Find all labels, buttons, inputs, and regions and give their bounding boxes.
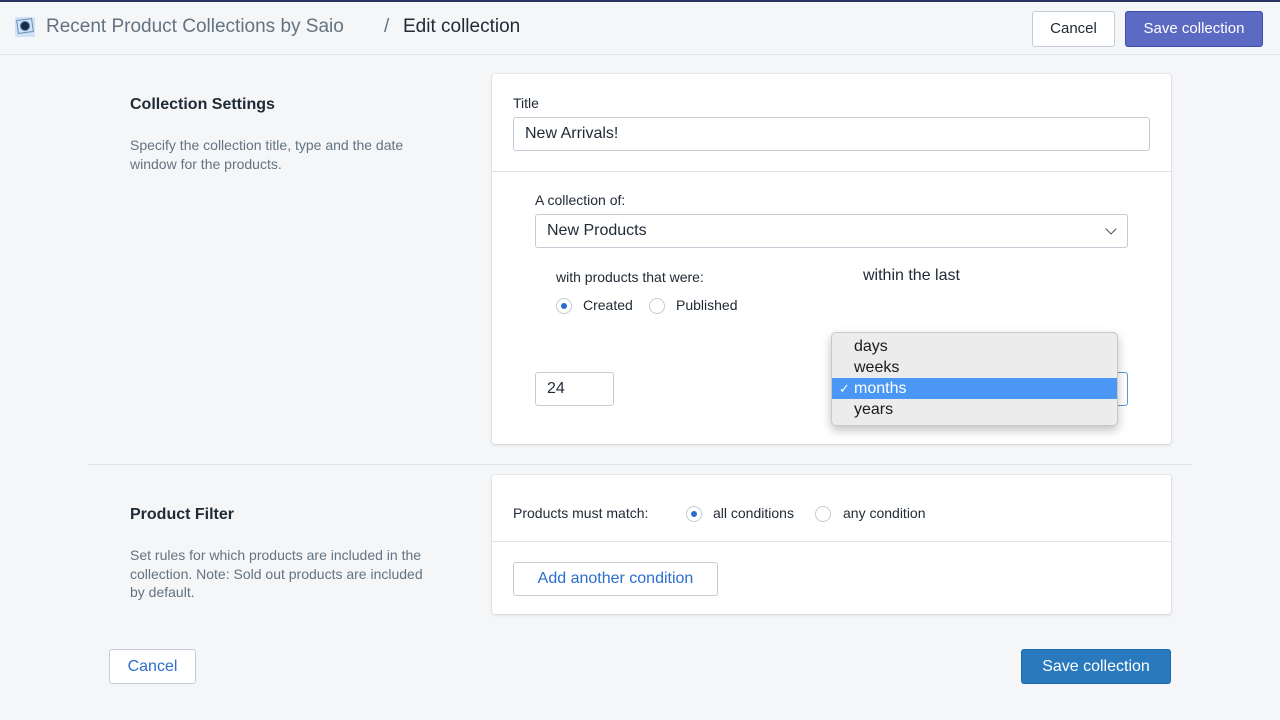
- page-header: Recent Product Collections by Saio / Edi…: [0, 2, 1280, 55]
- within-the-last-label: within the last: [863, 267, 960, 284]
- chevron-down-icon: [1105, 223, 1117, 235]
- any-condition-radio[interactable]: [815, 506, 831, 522]
- page-title: Edit collection: [403, 16, 521, 37]
- header-cancel-button[interactable]: Cancel: [1032, 11, 1115, 47]
- all-conditions-label[interactable]: all conditions: [713, 505, 794, 521]
- product-filter-description: Set rules for which products are include…: [130, 547, 423, 600]
- collection-type-select[interactable]: New Products: [535, 214, 1128, 248]
- products-that-were-label: with products that were:: [556, 269, 704, 285]
- footer-cancel-button[interactable]: Cancel: [109, 649, 196, 684]
- published-radio-label[interactable]: Published: [676, 297, 738, 313]
- card-divider: [492, 541, 1171, 542]
- header-save-button[interactable]: Save collection: [1125, 11, 1263, 47]
- card-divider: [492, 171, 1171, 172]
- breadcrumb-separator: /: [384, 16, 390, 37]
- created-radio-label[interactable]: Created: [583, 297, 633, 313]
- collection-type-value: New Products: [547, 222, 647, 239]
- period-unit-option-months[interactable]: ✓ months: [832, 378, 1117, 399]
- checkmark-icon: ✓: [839, 381, 850, 396]
- app-logo-icon: [15, 17, 35, 37]
- published-radio[interactable]: [649, 298, 665, 314]
- title-field-label: Title: [513, 95, 539, 111]
- period-unit-option-days[interactable]: days: [832, 336, 1117, 357]
- breadcrumb-app-name[interactable]: Recent Product Collections by Saio: [46, 16, 344, 38]
- collection-of-label: A collection of:: [535, 192, 626, 208]
- add-condition-button[interactable]: Add another condition: [513, 562, 718, 596]
- all-conditions-radio[interactable]: [686, 506, 702, 522]
- period-unit-option-weeks[interactable]: weeks: [832, 357, 1117, 378]
- product-filter-title: Product Filter: [130, 506, 235, 523]
- collection-settings-title: Collection Settings: [130, 96, 275, 113]
- collection-settings-description: Specify the collection title, type and t…: [130, 137, 404, 172]
- period-number-input[interactable]: 24: [535, 372, 614, 406]
- title-input[interactable]: New Arrivals!: [513, 117, 1150, 151]
- period-unit-option-years[interactable]: years: [832, 399, 1117, 420]
- match-label: Products must match:: [513, 505, 649, 521]
- section-divider: [88, 464, 1192, 465]
- created-radio[interactable]: [556, 298, 572, 314]
- any-condition-label[interactable]: any condition: [843, 505, 926, 521]
- period-unit-dropdown-menu: days weeks ✓ months years: [831, 332, 1118, 426]
- footer-save-button[interactable]: Save collection: [1021, 649, 1171, 684]
